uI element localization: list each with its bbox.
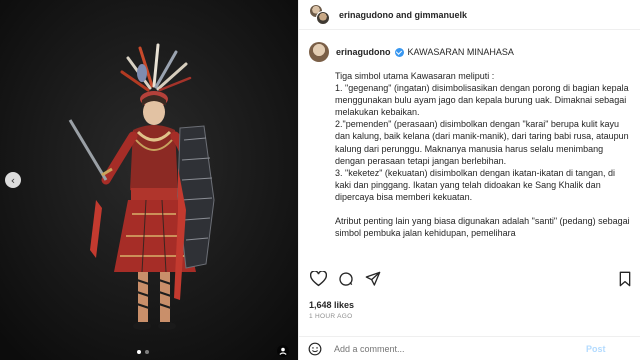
bookmark-icon[interactable] <box>618 271 632 287</box>
caption-headline: KAWASARAN MINAHASA <box>407 47 514 57</box>
action-bar <box>308 268 638 292</box>
emoji-icon[interactable] <box>308 342 322 356</box>
user-tag-icon[interactable] <box>277 345 289 357</box>
caption-username[interactable]: erinagudono <box>336 47 391 57</box>
post-authors[interactable]: erinagudono and gimmanuelk <box>339 10 467 20</box>
post-timestamp[interactable]: 1 HOUR AGO <box>309 313 352 320</box>
caption-header: erinagudono KAWASARAN MINAHASA <box>309 42 632 62</box>
comment-bar: Post <box>298 336 640 360</box>
heart-icon[interactable] <box>310 271 327 287</box>
previous-image-button[interactable]: ‹ <box>5 172 21 188</box>
post-comment-button[interactable]: Post <box>586 344 606 354</box>
carousel-indicator <box>137 350 149 354</box>
caption-area: erinagudono KAWASARAN MINAHASA Tiga simb… <box>309 42 632 262</box>
post-header: erinagudono and gimmanuelk <box>299 0 640 30</box>
carousel-dot <box>145 350 149 354</box>
verified-badge-icon <box>394 47 404 57</box>
collab-avatars[interactable] <box>309 3 331 26</box>
post-media[interactable]: ‹ <box>0 0 298 360</box>
comment-input[interactable] <box>334 343 574 354</box>
likes-count[interactable]: 1,648 likes <box>309 300 354 310</box>
carousel-dot <box>137 350 141 354</box>
chevron-left-icon: ‹ <box>10 173 16 187</box>
costume-photo <box>0 0 298 360</box>
comment-icon[interactable] <box>338 271 354 287</box>
avatar <box>316 10 330 25</box>
share-icon[interactable] <box>365 271 381 287</box>
avatar[interactable] <box>309 42 329 62</box>
caption-text: Tiga simbol utama Kawasaran meliputi : 1… <box>335 71 630 239</box>
